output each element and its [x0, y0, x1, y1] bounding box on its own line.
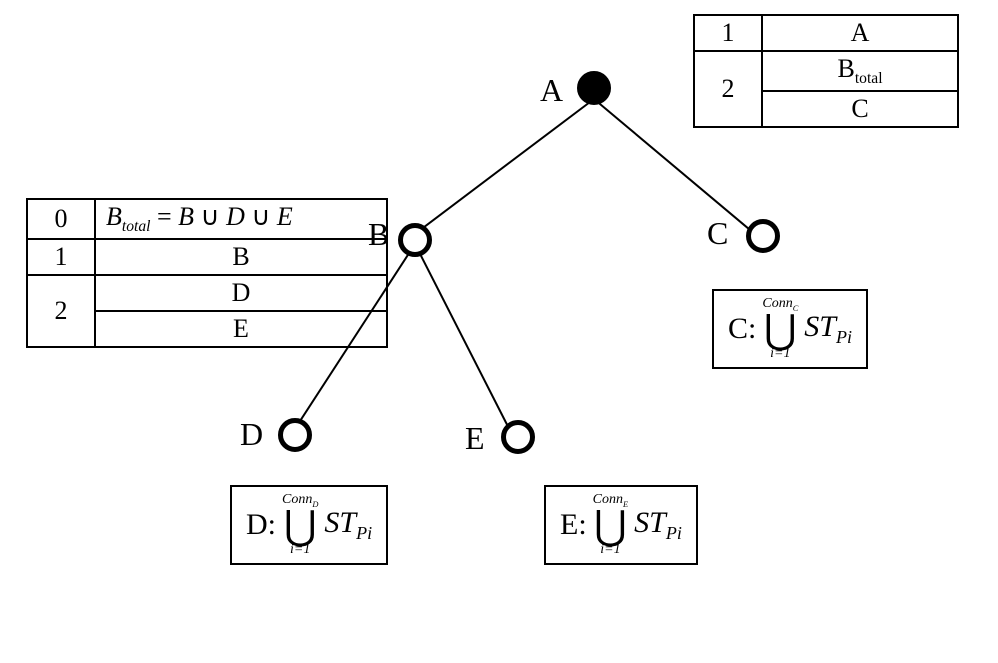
- table-row: 1 A: [694, 15, 958, 51]
- formula-label: C:: [728, 312, 756, 346]
- node-c-label: C: [707, 215, 728, 252]
- cell-value: E: [95, 311, 387, 347]
- cell-value: D: [95, 275, 387, 311]
- cell-index: 1: [27, 239, 95, 275]
- node-e-label: E: [465, 420, 485, 457]
- node-a-label: A: [540, 72, 563, 109]
- node-e: [501, 420, 535, 454]
- formula-box-e: E: ConnE ⋃ i=1 STPi: [544, 485, 698, 565]
- node-a: [577, 71, 611, 105]
- edge-a-b: [409, 98, 595, 239]
- formula-term: STPi: [324, 506, 372, 544]
- cell-index: 0: [27, 199, 95, 239]
- formula-label: E:: [560, 508, 587, 542]
- cell-index: 2: [27, 275, 95, 347]
- cell-value: Btotal: [762, 51, 958, 91]
- table-row: 2 D: [27, 275, 387, 311]
- union-symbol: ConnE ⋃ i=1: [593, 493, 628, 557]
- formula-box-d: D: ConnD ⋃ i=1 STPi: [230, 485, 388, 565]
- cell-index: 1: [694, 15, 762, 51]
- node-d: [278, 418, 312, 452]
- table-left: 0 Btotal = B ∪ D ∪ E 1 B 2 D E: [26, 198, 388, 348]
- cell-index: 2: [694, 51, 762, 127]
- node-c: [746, 219, 780, 253]
- cell-value-equation: Btotal = B ∪ D ∪ E: [95, 199, 387, 239]
- node-b: [398, 223, 432, 257]
- formula-label: D:: [246, 508, 276, 542]
- table-row: 2 Btotal: [694, 51, 958, 91]
- union-symbol: ConnC ⋃ i=1: [762, 297, 798, 361]
- table-row: 1 B: [27, 239, 387, 275]
- diagram-canvas: A B C D E 1 A 2 Btotal C 0 Btotal = B ∪ …: [0, 0, 998, 663]
- cell-value: A: [762, 15, 958, 51]
- edge-b-e: [414, 244, 517, 444]
- table-top-right: 1 A 2 Btotal C: [693, 14, 959, 128]
- cell-value: B: [95, 239, 387, 275]
- node-d-label: D: [240, 416, 263, 453]
- cell-value: C: [762, 91, 958, 127]
- formula-term: STPi: [634, 506, 682, 544]
- union-symbol: ConnD ⋃ i=1: [282, 493, 318, 557]
- formula-box-c: C: ConnC ⋃ i=1 STPi: [712, 289, 868, 369]
- table-row: 0 Btotal = B ∪ D ∪ E: [27, 199, 387, 239]
- formula-term: STPi: [804, 310, 852, 348]
